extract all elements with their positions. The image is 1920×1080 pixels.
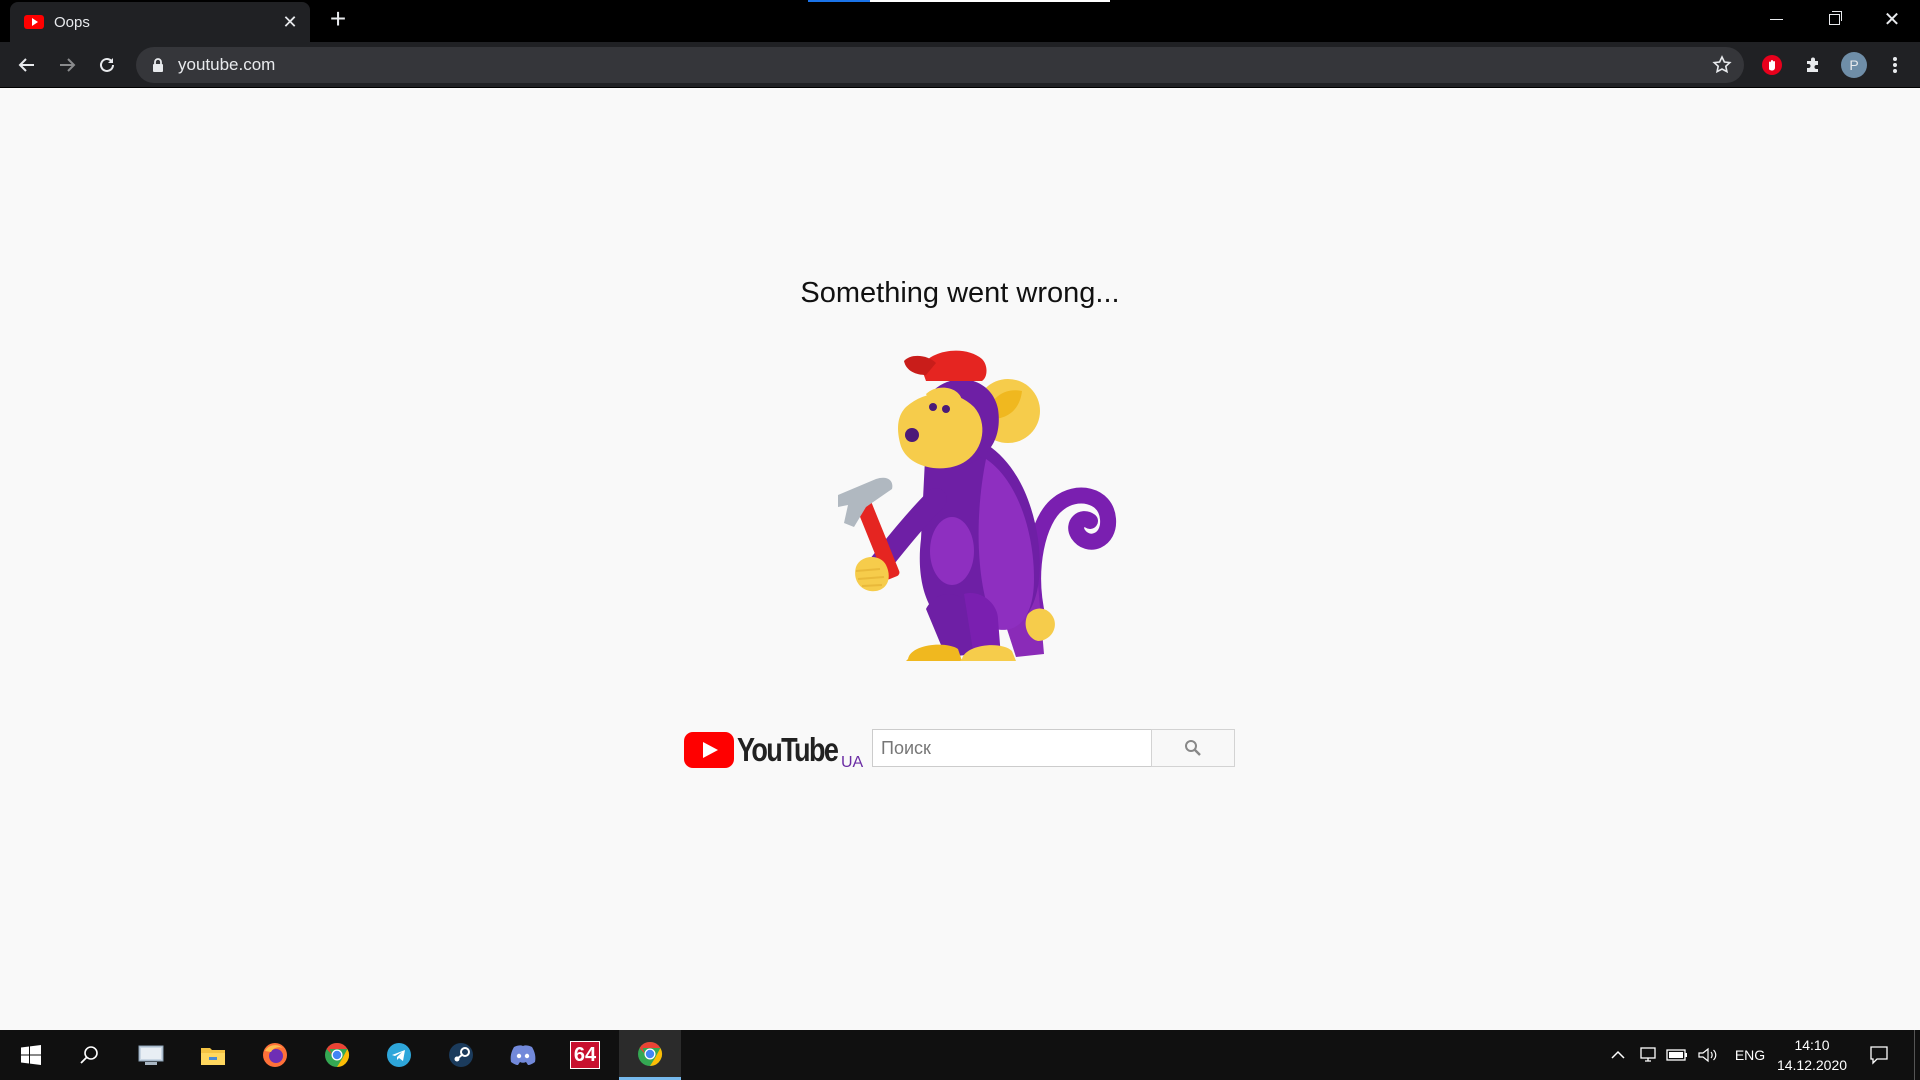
clock-time: 14:10: [1794, 1037, 1830, 1053]
country-code: UA: [841, 754, 864, 771]
profile-button[interactable]: P: [1838, 49, 1870, 81]
youtube-favicon-icon: [24, 15, 44, 29]
telegram-icon: [387, 1043, 411, 1067]
tray-network[interactable]: [1636, 1030, 1660, 1080]
chrome-active-icon: [638, 1041, 663, 1066]
menu-dots-icon: [1893, 57, 1897, 73]
tray-volume[interactable]: [1694, 1030, 1720, 1080]
lock-icon[interactable]: [150, 56, 166, 74]
firefox-icon: [263, 1043, 287, 1067]
browser-toolbar: youtube.com P: [0, 42, 1920, 88]
chevron-up-icon: [1611, 1050, 1625, 1059]
windows-start-icon: [21, 1045, 41, 1065]
browser-tab[interactable]: Oops ✕: [10, 2, 310, 42]
bookmark-star-icon[interactable]: [1710, 53, 1734, 77]
avatar: P: [1841, 52, 1867, 78]
windows-taskbar: 64 ENG 14:10 14.12.2020: [0, 1030, 1920, 1080]
window-close-button[interactable]: ✕: [1863, 0, 1920, 38]
restore-button[interactable]: [1805, 0, 1863, 38]
taskbar-app-explorer[interactable]: [182, 1030, 244, 1080]
address-bar[interactable]: youtube.com: [136, 47, 1744, 83]
extensions-button[interactable]: [1797, 49, 1829, 81]
tab-close-icon[interactable]: ✕: [280, 12, 300, 33]
browser-menu-button[interactable]: [1879, 49, 1911, 81]
taskbar-app-firefox[interactable]: [244, 1030, 306, 1080]
taskbar-app-discord[interactable]: [492, 1030, 554, 1080]
youtube-play-icon: [684, 732, 734, 768]
youtube-wordmark: YouTube: [737, 731, 839, 768]
back-button[interactable]: [11, 49, 43, 81]
forward-arrow-icon: [60, 58, 76, 72]
volume-icon: [1698, 1047, 1717, 1063]
search-button[interactable]: [1151, 729, 1235, 767]
page-content: Something went wrong... YouTube UA Поиск: [0, 89, 1920, 1030]
tab-strip: Oops ✕ + ✕: [0, 0, 1920, 42]
back-arrow-icon: [18, 58, 34, 72]
taskbar-app-aida64[interactable]: 64: [554, 1030, 616, 1080]
network-icon: [1640, 1047, 1656, 1062]
tray-language[interactable]: ENG: [1730, 1030, 1770, 1080]
adblock-icon: [1762, 55, 1782, 75]
notification-icon: [1870, 1046, 1888, 1065]
clock-date: 14.12.2020: [1776, 1057, 1848, 1073]
search-icon: [1185, 740, 1201, 756]
puzzle-icon: [1807, 57, 1818, 72]
aida64-icon: 64: [570, 1041, 600, 1069]
reload-icon: [100, 57, 114, 72]
adblock-extension-button[interactable]: [1756, 49, 1788, 81]
loading-indicator: [808, 0, 1110, 2]
error-title: Something went wrong...: [800, 277, 1120, 309]
reload-button[interactable]: [91, 49, 123, 81]
search-icon: [80, 1046, 98, 1064]
minimize-button[interactable]: [1747, 0, 1805, 38]
discord-icon: [510, 1045, 536, 1065]
forward-button[interactable]: [51, 49, 83, 81]
taskbar-app-chrome[interactable]: [306, 1030, 368, 1080]
show-desktop-button[interactable]: [1914, 1030, 1920, 1080]
taskbar-app-chrome-active[interactable]: [619, 1030, 681, 1080]
tray-clock[interactable]: 14:10 14.12.2020: [1770, 1030, 1854, 1080]
taskbar-app-pc[interactable]: [120, 1030, 182, 1080]
url-text[interactable]: youtube.com: [178, 55, 1744, 75]
pc-icon: [138, 1045, 164, 1065]
steam-icon: [449, 1043, 473, 1067]
tray-battery[interactable]: [1664, 1030, 1690, 1080]
taskbar-app-steam[interactable]: [430, 1030, 492, 1080]
tray-overflow-button[interactable]: [1606, 1030, 1630, 1080]
file-explorer-icon: [201, 1048, 225, 1065]
chrome-icon: [325, 1043, 350, 1067]
taskbar-search-button[interactable]: [58, 1030, 120, 1080]
battery-icon: [1666, 1049, 1687, 1061]
start-button[interactable]: [0, 1030, 62, 1080]
action-center-button[interactable]: [1854, 1030, 1904, 1080]
search-input[interactable]: [872, 729, 1152, 767]
taskbar-app-telegram[interactable]: [368, 1030, 430, 1080]
monkey-illustration: [838, 350, 1116, 661]
tab-title: Oops: [54, 13, 90, 31]
new-tab-button[interactable]: +: [324, 5, 352, 34]
